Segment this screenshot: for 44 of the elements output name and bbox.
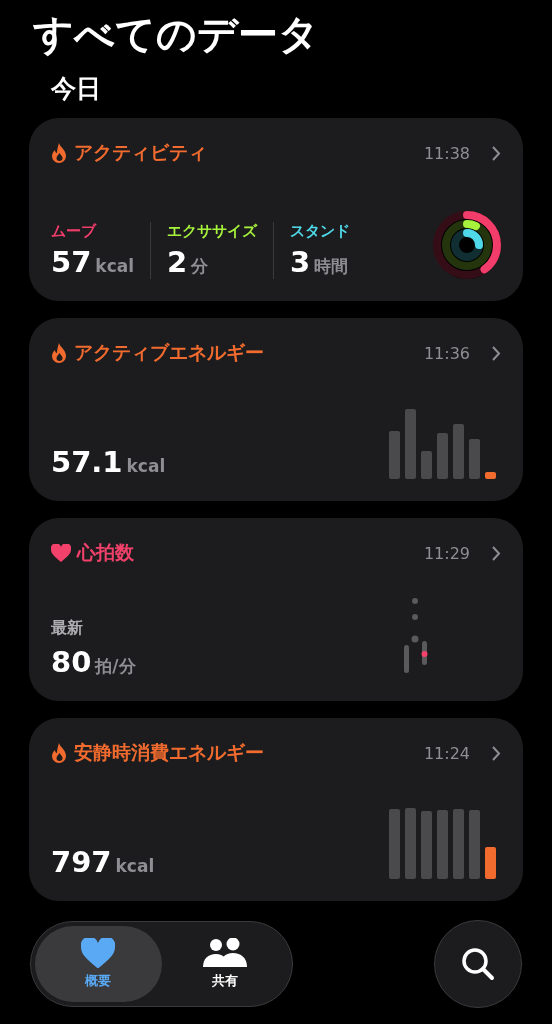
chevron-icon xyxy=(492,745,501,761)
activity-rings xyxy=(433,211,501,279)
card-title: アクティビティ xyxy=(74,140,208,165)
time-label: 11:29 xyxy=(423,543,470,563)
people-icon xyxy=(202,938,247,968)
metric-label: エクササイズ xyxy=(167,222,258,241)
metric-value: 2 xyxy=(167,245,188,279)
flame-icon xyxy=(51,342,68,364)
chevron-icon xyxy=(492,545,501,561)
search-icon xyxy=(461,947,495,981)
flame-icon xyxy=(51,742,68,764)
metric-label: ムーブ xyxy=(51,222,98,241)
chevron-icon xyxy=(492,345,501,361)
time-label: 11:38 xyxy=(423,143,470,163)
metric-value: 57 xyxy=(51,245,92,279)
caption: 最新 xyxy=(51,618,84,639)
summary-card[interactable]: 安静時消費エネルギー 11:24 797 kcal xyxy=(29,718,523,901)
tab[interactable]: 概要 xyxy=(35,926,162,1002)
page-title: すべてのデータ xyxy=(33,10,320,59)
time-label: 11:36 xyxy=(423,343,470,363)
section-title: 今日 xyxy=(51,74,102,104)
chevron-icon xyxy=(492,145,501,161)
metric-unit: kcal xyxy=(115,856,155,876)
tab[interactable]: 共有 xyxy=(161,926,288,1002)
summary-card[interactable]: アクティブエネルギー 11:36 57.1 kcal xyxy=(29,318,523,501)
time-label: 11:24 xyxy=(423,743,470,763)
metric-unit: 時間 xyxy=(314,255,349,278)
card-title: 心拍数 xyxy=(77,540,135,565)
metric-value: 80 xyxy=(51,645,92,679)
metric-label: スタンド xyxy=(290,222,351,241)
metric-unit: 分 xyxy=(191,255,209,278)
heart-icon xyxy=(51,544,71,562)
metric-unit: kcal xyxy=(95,256,135,276)
flame-icon xyxy=(51,142,68,164)
card-title: 安静時消費エネルギー xyxy=(74,740,265,765)
metric-unit: kcal xyxy=(126,456,166,476)
metric-unit: 拍/分 xyxy=(95,655,136,678)
metric-value: 3 xyxy=(290,245,311,279)
summary-card[interactable]: 心拍数 11:29 最新 80 拍/分 xyxy=(29,518,523,701)
heart-icon xyxy=(81,937,116,969)
summary-card[interactable]: アクティビティ 11:38 ムーブ 57 kcal エクササイズ 2 分 スタンド 3 時間 xyxy=(29,118,523,301)
metric-value: 57.1 xyxy=(51,445,123,479)
metric-value: 797 xyxy=(51,845,112,879)
card-title: アクティブエネルギー xyxy=(74,340,265,365)
